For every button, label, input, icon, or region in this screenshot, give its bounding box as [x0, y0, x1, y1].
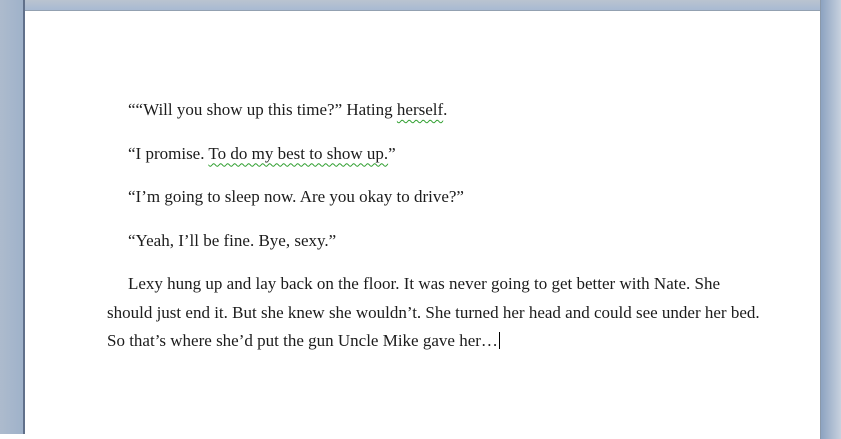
- dialogue-text: ““Will you show up this time?” Hating: [128, 100, 397, 119]
- document-page[interactable]: ““Will you show up this time?” Hating he…: [25, 10, 820, 439]
- text-cursor: [498, 332, 501, 349]
- paragraph-narrative[interactable]: Lexy hung up and lay back on the floor. …: [107, 270, 822, 356]
- dialogue-text: “I’m going to sleep now. Are you okay to…: [128, 187, 464, 206]
- narrative-text: Lexy hung up and lay back on the floor. …: [128, 274, 721, 293]
- document-text-area[interactable]: ““Will you show up this time?” Hating he…: [107, 96, 822, 356]
- workspace-background-right: [820, 0, 841, 439]
- workspace-background-left: [0, 0, 25, 434]
- dialogue-text: ”: [388, 143, 396, 163]
- dialogue-text: “I promise.: [128, 143, 209, 163]
- narrative-line-2[interactable]: should just end it. But she knew she wou…: [107, 299, 822, 328]
- narrative-text: So that’s where she’d put the gun Uncle …: [107, 331, 498, 350]
- paragraph-dialogue-3[interactable]: “I’m going to sleep now. Are you okay to…: [107, 183, 822, 212]
- grammar-error-text[interactable]: herself: [397, 100, 443, 119]
- paragraph-dialogue-1[interactable]: ““Will you show up this time?” Hating he…: [107, 96, 822, 125]
- dialogue-text: “Yeah, I’ll be fine. Bye, sexy.”: [128, 230, 337, 250]
- dialogue-text: .: [443, 100, 448, 119]
- narrative-line-3[interactable]: So that’s where she’d put the gun Uncle …: [107, 327, 822, 356]
- paragraph-dialogue-4[interactable]: “Yeah, I’ll be fine. Bye, sexy.”: [107, 227, 822, 256]
- paragraph-dialogue-2[interactable]: “I promise. To do my best to show up.”: [107, 140, 822, 169]
- narrative-text: should just end it. But she knew she wou…: [107, 302, 760, 322]
- grammar-error-text[interactable]: To do my best to show up.: [208, 144, 388, 163]
- workspace-background-top: [0, 0, 841, 10]
- narrative-line-1[interactable]: Lexy hung up and lay back on the floor. …: [107, 270, 822, 299]
